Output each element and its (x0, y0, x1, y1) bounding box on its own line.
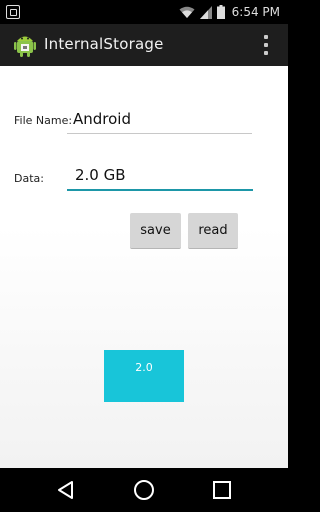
file-name-label: File Name: (14, 114, 73, 127)
main-content: File Name: Data: save read 2.0 (0, 66, 288, 468)
recent-apps-icon[interactable] (210, 478, 234, 502)
android-icon (14, 36, 36, 57)
notification-icon (6, 5, 20, 19)
signal-icon (199, 5, 212, 19)
data-label: Data: (14, 172, 44, 185)
read-button[interactable]: read (188, 213, 238, 249)
action-bar: InternalStorage (0, 24, 288, 66)
file-name-input[interactable] (67, 106, 252, 134)
back-icon[interactable] (54, 478, 78, 502)
battery-icon (216, 5, 225, 19)
wifi-icon (179, 6, 195, 18)
save-button[interactable]: save (130, 213, 181, 249)
home-icon[interactable] (132, 478, 156, 502)
status-bar: 6:54 PM (0, 0, 288, 24)
result-display: 2.0 (104, 350, 184, 402)
status-time: 6:54 PM (231, 5, 280, 19)
data-input[interactable] (67, 162, 253, 191)
app-title: InternalStorage (44, 35, 164, 53)
overflow-menu-icon[interactable] (262, 35, 270, 55)
navigation-bar (0, 468, 288, 512)
status-icons: 6:54 PM (179, 4, 280, 20)
